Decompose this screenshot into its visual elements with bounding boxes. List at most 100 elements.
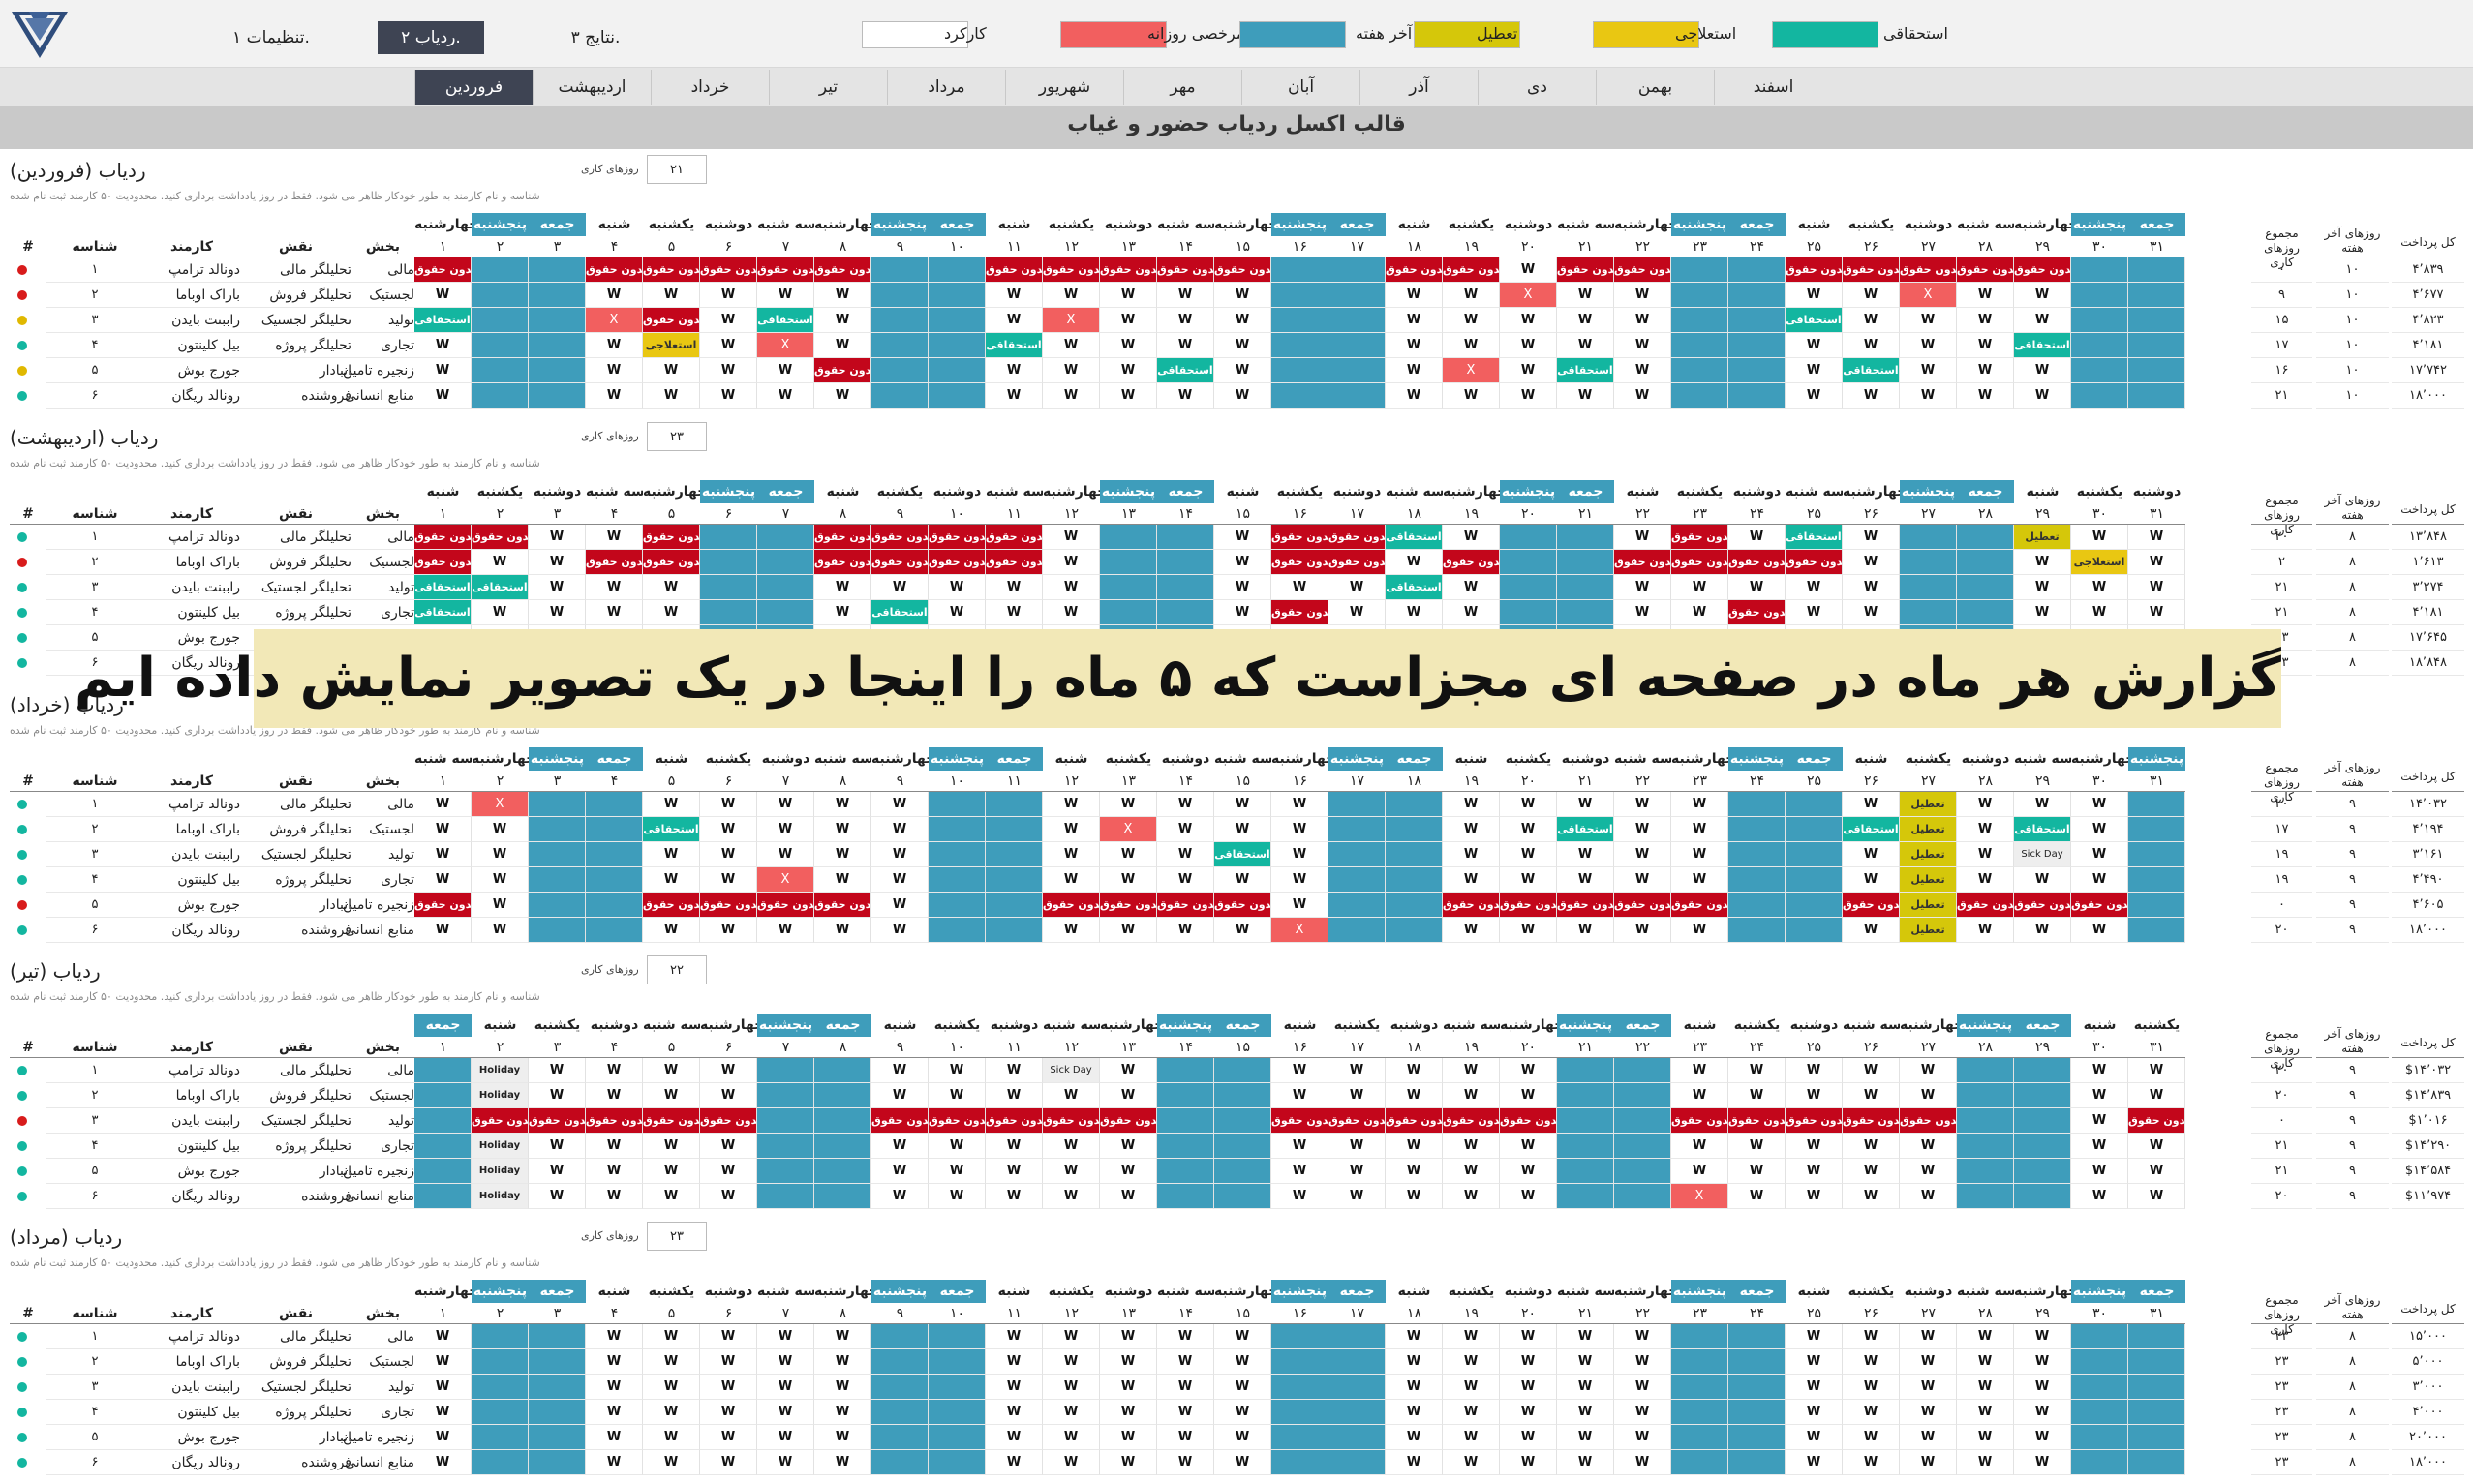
attendance-cell[interactable]: بدون حقوق: [1614, 893, 1671, 918]
attendance-cell[interactable]: W: [643, 867, 700, 893]
attendance-cell[interactable]: W: [2014, 1324, 2071, 1349]
attendance-cell[interactable]: W: [1043, 600, 1100, 625]
attendance-cell[interactable]: W: [1443, 1425, 1500, 1450]
attendance-cell[interactable]: W: [2071, 525, 2128, 550]
attendance-cell[interactable]: W: [1786, 1349, 1843, 1375]
attendance-cell[interactable]: W: [757, 1400, 814, 1425]
attendance-cell[interactable]: استحقاقی: [1786, 308, 1843, 333]
attendance-cell[interactable]: W: [1386, 383, 1443, 409]
attendance-cell[interactable]: W: [986, 383, 1043, 409]
attendance-cell[interactable]: W: [1043, 1324, 1100, 1349]
attendance-cell[interactable]: W: [1043, 918, 1100, 943]
attendance-cell[interactable]: W: [1214, 383, 1271, 409]
attendance-cell[interactable]: W: [700, 1083, 757, 1108]
attendance-cell[interactable]: W: [871, 792, 929, 817]
month-tab-11[interactable]: اسفند: [1714, 70, 1832, 105]
attendance-cell[interactable]: W: [529, 1134, 586, 1159]
attendance-cell[interactable]: بدون حقوق: [1557, 257, 1614, 283]
attendance-cell[interactable]: W: [414, 1349, 472, 1375]
attendance-cell[interactable]: بدون حقوق: [1157, 257, 1214, 283]
attendance-cell[interactable]: W: [1100, 1425, 1157, 1450]
attendance-cell[interactable]: W: [1728, 1083, 1786, 1108]
attendance-cell[interactable]: [700, 575, 757, 600]
month-tab-4[interactable]: مرداد: [887, 70, 1005, 105]
attendance-cell[interactable]: [2128, 1375, 2185, 1400]
attendance-cell[interactable]: W: [2014, 1425, 2071, 1450]
attendance-cell[interactable]: W: [1786, 1324, 1843, 1349]
attendance-cell[interactable]: [1157, 550, 1214, 575]
attendance-cell[interactable]: [1157, 1083, 1214, 1108]
attendance-cell[interactable]: [472, 1375, 529, 1400]
attendance-cell[interactable]: [2071, 333, 2128, 358]
attendance-cell[interactable]: W: [1900, 1349, 1957, 1375]
attendance-cell[interactable]: بدون حقوق: [700, 1108, 757, 1134]
attendance-cell[interactable]: W: [472, 893, 529, 918]
attendance-cell[interactable]: بدون حقوق: [1900, 1108, 1957, 1134]
attendance-cell[interactable]: W: [1614, 283, 1671, 308]
attendance-cell[interactable]: [2128, 1349, 2185, 1375]
attendance-cell[interactable]: W: [1500, 842, 1557, 867]
attendance-cell[interactable]: [586, 918, 643, 943]
attendance-cell[interactable]: W: [1100, 1159, 1157, 1184]
attendance-cell[interactable]: W: [586, 1324, 643, 1349]
attendance-cell[interactable]: W: [643, 383, 700, 409]
attendance-cell[interactable]: W: [986, 1058, 1043, 1083]
attendance-cell[interactable]: [1614, 1083, 1671, 1108]
attendance-cell[interactable]: بدون حقوق: [757, 893, 814, 918]
attendance-cell[interactable]: بدون حقوق: [2128, 1108, 2185, 1134]
attendance-cell[interactable]: W: [1843, 550, 1900, 575]
attendance-cell[interactable]: [1786, 893, 1843, 918]
attendance-cell[interactable]: W: [2071, 792, 2128, 817]
attendance-cell[interactable]: [586, 817, 643, 842]
attendance-cell[interactable]: W: [814, 1375, 871, 1400]
attendance-cell[interactable]: [414, 1184, 472, 1209]
attendance-cell[interactable]: W: [1671, 1083, 1728, 1108]
attendance-cell[interactable]: W: [1443, 1058, 1500, 1083]
attendance-cell[interactable]: W: [529, 600, 586, 625]
attendance-cell[interactable]: W: [757, 283, 814, 308]
attendance-cell[interactable]: W: [1386, 1450, 1443, 1475]
attendance-cell[interactable]: W: [814, 1450, 871, 1475]
attendance-cell[interactable]: [2128, 1425, 2185, 1450]
attendance-cell[interactable]: W: [643, 1324, 700, 1349]
attendance-cell[interactable]: W: [1328, 1083, 1386, 1108]
attendance-cell[interactable]: استحقاقی: [414, 308, 472, 333]
attendance-cell[interactable]: W: [1271, 893, 1328, 918]
attendance-cell[interactable]: W: [1271, 867, 1328, 893]
attendance-cell[interactable]: W: [986, 283, 1043, 308]
attendance-cell[interactable]: بدون حقوق: [757, 257, 814, 283]
attendance-cell[interactable]: W: [1500, 308, 1557, 333]
attendance-cell[interactable]: [1671, 283, 1728, 308]
attendance-cell[interactable]: بدون حقوق: [2014, 893, 2071, 918]
attendance-cell[interactable]: W: [1043, 1159, 1100, 1184]
attendance-cell[interactable]: [2071, 1375, 2128, 1400]
attendance-cell[interactable]: X: [1043, 308, 1100, 333]
attendance-cell[interactable]: W: [700, 383, 757, 409]
attendance-cell[interactable]: W: [1900, 358, 1957, 383]
attendance-cell[interactable]: W: [814, 1324, 871, 1349]
attendance-cell[interactable]: [757, 600, 814, 625]
attendance-cell[interactable]: [1957, 575, 2014, 600]
attendance-cell[interactable]: W: [700, 842, 757, 867]
attendance-cell[interactable]: W: [1900, 1058, 1957, 1083]
attendance-cell[interactable]: W: [1043, 1450, 1100, 1475]
attendance-cell[interactable]: W: [1100, 918, 1157, 943]
attendance-cell[interactable]: [1557, 1184, 1614, 1209]
attendance-cell[interactable]: W: [700, 867, 757, 893]
attendance-cell[interactable]: W: [986, 358, 1043, 383]
attendance-cell[interactable]: W: [2128, 1058, 2185, 1083]
attendance-cell[interactable]: [986, 817, 1043, 842]
attendance-cell[interactable]: استحقاقی: [472, 575, 529, 600]
attendance-cell[interactable]: W: [986, 1159, 1043, 1184]
attendance-cell[interactable]: W: [1557, 1324, 1614, 1349]
attendance-cell[interactable]: W: [929, 600, 986, 625]
attendance-cell[interactable]: W: [472, 918, 529, 943]
attendance-cell[interactable]: [2071, 283, 2128, 308]
attendance-cell[interactable]: W: [1043, 1083, 1100, 1108]
attendance-cell[interactable]: W: [1443, 383, 1500, 409]
attendance-cell[interactable]: بدون حقوق: [1671, 525, 1728, 550]
attendance-cell[interactable]: W: [472, 550, 529, 575]
attendance-cell[interactable]: W: [1843, 525, 1900, 550]
attendance-cell[interactable]: [2014, 1083, 2071, 1108]
attendance-cell[interactable]: [1671, 1425, 1728, 1450]
